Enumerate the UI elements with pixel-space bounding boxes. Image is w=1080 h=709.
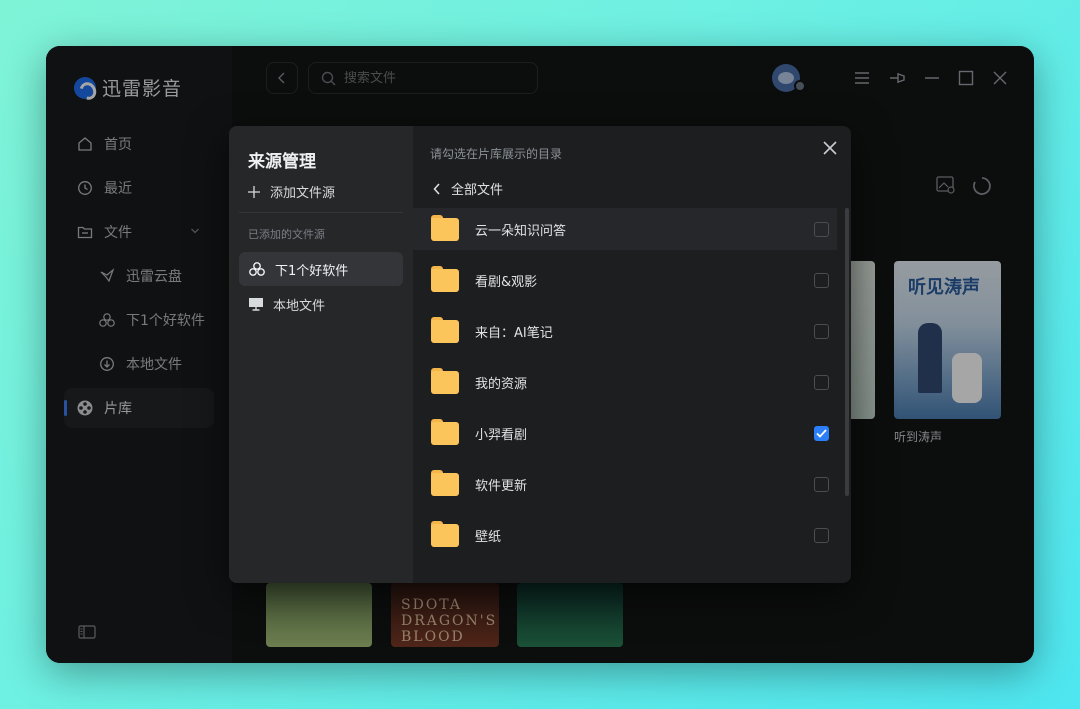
folder-checkbox[interactable] <box>814 323 829 339</box>
folder-icon <box>431 419 459 445</box>
monitor-icon <box>249 298 263 311</box>
folder-list-scrollbar[interactable] <box>845 208 849 496</box>
folder-checkbox[interactable] <box>814 221 829 237</box>
add-source-label: 添加文件源 <box>270 186 336 201</box>
folder-icon <box>431 470 459 496</box>
breadcrumb-label: 全部文件 <box>451 183 504 198</box>
breadcrumb[interactable]: 全部文件 <box>433 179 503 198</box>
folder-name: 软件更新 <box>475 478 528 494</box>
folder-icon <box>431 317 459 343</box>
folder-row[interactable]: 看剧&观影 <box>413 259 837 301</box>
folder-checkbox[interactable] <box>814 527 829 543</box>
folder-checkbox[interactable] <box>814 374 829 390</box>
folder-name: 云一朵知识问答 <box>475 223 567 239</box>
divider <box>239 212 403 213</box>
folder-icon <box>431 368 459 394</box>
folder-name: 小羿看剧 <box>475 427 528 443</box>
folder-row[interactable]: 我的资源 <box>413 361 837 403</box>
close-icon <box>823 141 837 155</box>
folder-name: 看剧&观影 <box>475 274 538 290</box>
source-item-label: 下1个好软件 <box>275 263 349 279</box>
dialog-title: 来源管理 <box>248 152 316 172</box>
folder-row[interactable]: 壁纸 <box>413 514 837 556</box>
dialog-hint: 请勾选在片库展示的目录 <box>430 147 563 161</box>
folder-icon <box>431 215 459 241</box>
source-manager-dialog: 来源管理 添加文件源 已添加的文件源 下1个好软件 本地文件 请勾选在片库展示的… <box>229 126 851 583</box>
folder-name: 我的资源 <box>475 376 528 392</box>
source-item-label: 本地文件 <box>273 298 326 314</box>
source-item-local[interactable]: 本地文件 <box>239 287 403 321</box>
folder-icon <box>431 521 459 547</box>
folder-row[interactable]: 软件更新 <box>413 463 837 505</box>
folder-row[interactable]: 云一朵知识问答 <box>413 208 837 250</box>
app-window: 迅雷影音 首页 最近 文件 迅雷云盘 下1个好软件 本地文件 片库 搜索文件 听… <box>46 46 1034 663</box>
source-panel: 来源管理 添加文件源 已添加的文件源 下1个好软件 本地文件 <box>229 126 413 583</box>
plus-icon <box>248 185 260 198</box>
folder-checkbox[interactable] <box>814 476 829 492</box>
folder-row[interactable]: 来自：AI笔记 <box>413 310 837 352</box>
share-cloud-icon <box>249 262 265 276</box>
folder-row[interactable]: 小羿看剧 <box>413 412 837 454</box>
chevron-left-icon <box>433 182 440 195</box>
folder-name: 壁纸 <box>475 529 502 545</box>
source-item-xiayige[interactable]: 下1个好软件 <box>239 252 403 286</box>
add-source-button[interactable]: 添加文件源 <box>248 182 335 201</box>
folder-icon <box>431 266 459 292</box>
folder-checkbox[interactable] <box>814 425 829 441</box>
dialog-close-button[interactable] <box>819 137 841 159</box>
checkmark-icon <box>816 428 827 438</box>
folder-checkbox[interactable] <box>814 272 829 288</box>
folder-name: 来自：AI笔记 <box>475 325 553 341</box>
added-sources-heading: 已添加的文件源 <box>248 228 325 241</box>
